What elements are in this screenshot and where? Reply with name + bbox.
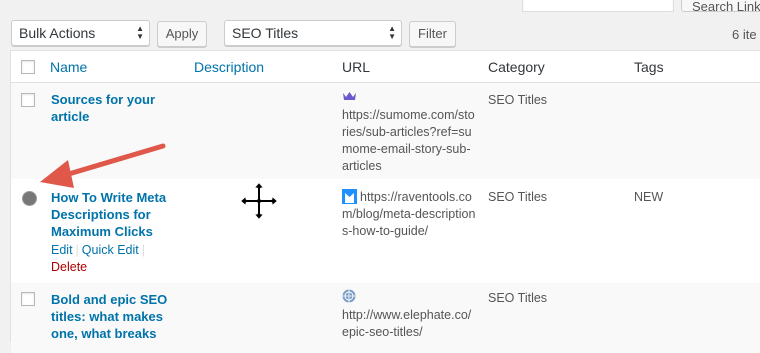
link-url: https://raventools.com/blog/meta-descrip…: [342, 190, 476, 238]
column-category-header: Category: [488, 59, 545, 75]
select-arrows-icon: ▲ ▼: [388, 24, 396, 41]
column-url-header: URL: [342, 59, 371, 75]
link-url: https://sumome.com/stories/sub-articles?…: [342, 108, 475, 173]
link-category: SEO Titles: [488, 291, 548, 305]
select-all-checkbox[interactable]: [21, 60, 35, 74]
links-table: Name Description URL Category Tags Sourc…: [10, 50, 760, 353]
link-title[interactable]: Bold and epic SEO titles: what makes one…: [51, 291, 191, 342]
category-filter-value: SEO Titles: [232, 25, 299, 41]
edit-link[interactable]: Edit: [51, 243, 73, 257]
select-arrows-icon: ▲ ▼: [136, 24, 144, 41]
bulk-actions-value: Bulk Actions: [19, 25, 96, 41]
delete-link[interactable]: Delete: [51, 260, 87, 274]
column-description-header[interactable]: Description: [194, 59, 264, 75]
link-title[interactable]: Sources for your article: [51, 91, 191, 125]
apply-button[interactable]: Apply: [157, 21, 207, 47]
quick-edit-link[interactable]: Quick Edit: [82, 243, 139, 257]
crown-icon: [342, 89, 357, 104]
bookmark-icon: [342, 189, 357, 207]
row-actions: Edit | Quick Edit | Delete: [51, 242, 148, 276]
globe-icon: [342, 289, 356, 306]
separator: |: [75, 243, 79, 257]
link-category: SEO Titles: [488, 93, 548, 107]
row-checkbox[interactable]: [21, 292, 35, 306]
row-drag-handle[interactable]: [23, 192, 36, 205]
bulk-actions-select[interactable]: Bulk Actions ▲ ▼: [11, 20, 150, 46]
column-tags-header: Tags: [634, 59, 664, 75]
link-tags: NEW: [634, 190, 664, 204]
separator: |: [141, 243, 146, 257]
column-name-header[interactable]: Name: [50, 59, 87, 75]
search-links-button[interactable]: Search Links: [681, 0, 760, 12]
table-row: Sources for your article https://sumome.…: [11, 83, 760, 179]
filter-button[interactable]: Filter: [409, 21, 456, 47]
link-title[interactable]: How To Write Meta Descriptions for Maxim…: [51, 189, 191, 240]
link-category: SEO Titles: [488, 190, 548, 204]
table-header: Name Description URL Category Tags: [11, 51, 760, 83]
row-checkbox[interactable]: [21, 93, 35, 107]
link-url: http://www.elephate.co/epic-seo-titles/: [342, 308, 472, 339]
category-filter-select[interactable]: SEO Titles ▲ ▼: [224, 20, 402, 46]
table-row: How To Write Meta Descriptions for Maxim…: [11, 179, 760, 283]
items-count: 6 ite: [732, 27, 757, 42]
search-links-input[interactable]: [522, 0, 674, 12]
move-cursor-icon: [237, 179, 281, 223]
table-row: Bold and epic SEO titles: what makes one…: [11, 283, 760, 353]
